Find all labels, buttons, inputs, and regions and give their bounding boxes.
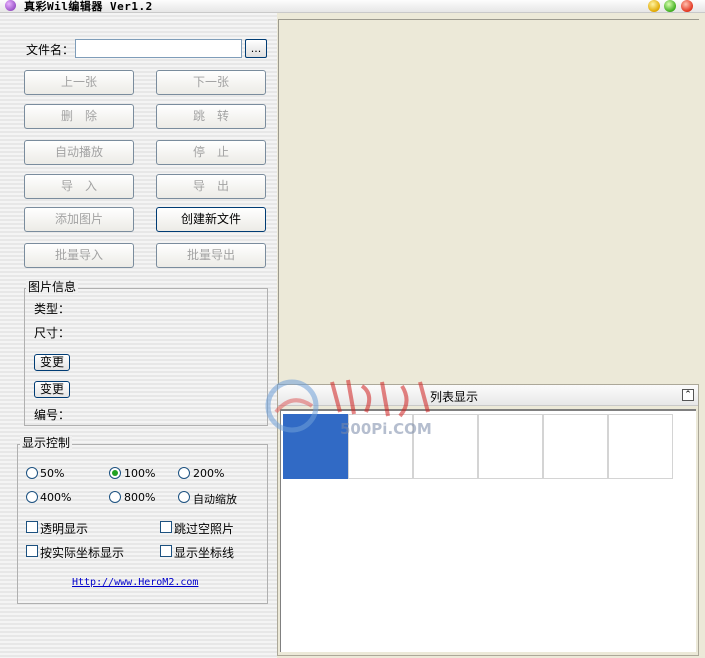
batch-export-button[interactable]: 批量导出 — [156, 243, 266, 268]
actual-coords-label: 按实际坐标显示 — [40, 546, 125, 560]
thumbnail-cell[interactable] — [543, 414, 608, 479]
zoom-200-radio[interactable] — [178, 467, 190, 479]
skip-empty-label: 跳过空照片 — [174, 522, 235, 536]
show-axes-label: 显示坐标线 — [174, 546, 235, 560]
image-preview-area[interactable] — [278, 19, 699, 384]
close-button[interactable] — [681, 0, 693, 12]
type-label: 类型： — [34, 302, 71, 316]
thumbnail-list[interactable] — [280, 409, 696, 652]
export-button[interactable]: 导 出 — [156, 174, 266, 199]
delete-button[interactable]: 删 除 — [24, 104, 134, 129]
zoom-800-radio[interactable] — [109, 491, 121, 503]
zoom-50-label: 50% — [40, 467, 65, 480]
display-control-legend: 显示控制 — [20, 436, 73, 450]
show-axes-checkbox[interactable] — [160, 545, 172, 557]
watermark-text: 500Pi.COM — [340, 420, 432, 438]
transparent-checkbox[interactable] — [26, 521, 38, 533]
transparent-label: 透明显示 — [40, 522, 89, 536]
next-button[interactable]: 下一张 — [156, 70, 266, 95]
zoom-100-radio[interactable] — [109, 467, 121, 479]
zoom-auto-radio[interactable] — [178, 491, 190, 503]
zoom-auto-label: 自动缩放 — [193, 493, 237, 506]
zoom-100-label: 100% — [124, 467, 156, 480]
zoom-50-radio[interactable] — [26, 467, 38, 479]
main-window: 真彩Wil编辑器 Ver1.2 文件名： ... 上一张 下一张 删 除 跳 转… — [0, 0, 705, 658]
stop-button[interactable]: 停 止 — [156, 140, 266, 165]
batch-import-button[interactable]: 批量导入 — [24, 243, 134, 268]
actual-coords-checkbox[interactable] — [26, 545, 38, 557]
minimize-button[interactable] — [648, 0, 660, 12]
size-label: 尺寸： — [34, 326, 71, 340]
change-button-2[interactable]: 变更 — [34, 381, 70, 398]
app-icon — [5, 0, 16, 11]
autoplay-button[interactable]: 自动播放 — [24, 140, 134, 165]
import-button[interactable]: 导 入 — [24, 174, 134, 199]
watermark-logo: 500Pi.COM — [265, 379, 432, 438]
prev-button[interactable]: 上一张 — [24, 70, 134, 95]
add-image-button[interactable]: 添加图片 — [24, 207, 134, 232]
website-link[interactable]: Http://www.HeroM2.com — [72, 577, 198, 588]
thumbnail-cell[interactable] — [608, 414, 673, 479]
image-info-legend: 图片信息 — [26, 280, 79, 294]
title-bar: 真彩Wil编辑器 Ver1.2 — [0, 0, 705, 13]
jump-button[interactable]: 跳 转 — [156, 104, 266, 129]
zoom-400-radio[interactable] — [26, 491, 38, 503]
browse-button[interactable]: ... — [245, 39, 267, 58]
zoom-800-label: 800% — [124, 491, 156, 504]
maximize-button[interactable] — [664, 0, 676, 12]
change-button-1[interactable]: 变更 — [34, 354, 70, 371]
skip-empty-checkbox[interactable] — [160, 521, 172, 533]
window-title: 真彩Wil编辑器 Ver1.2 — [24, 0, 153, 13]
number-label: 编号： — [34, 408, 71, 422]
thumbnail-cell[interactable] — [478, 414, 543, 479]
filename-label: 文件名： — [26, 43, 75, 57]
collapse-icon[interactable]: ⌃ — [682, 389, 694, 401]
zoom-400-label: 400% — [40, 491, 72, 504]
zoom-200-label: 200% — [193, 467, 225, 480]
filename-input[interactable] — [75, 39, 242, 58]
create-file-button[interactable]: 创建新文件 — [156, 207, 266, 232]
